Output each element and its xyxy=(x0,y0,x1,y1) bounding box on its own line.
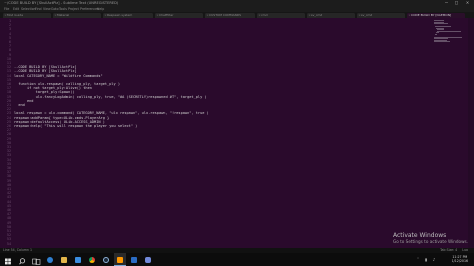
tab-label: CODE BUILD BY [DAEMON] xyxy=(411,13,452,17)
tab-label: Respawn system xyxy=(107,13,133,17)
store-icon[interactable] xyxy=(72,253,84,266)
tab-label: ChatFilter xyxy=(159,13,174,17)
tab-label: Mod Guide xyxy=(7,13,24,17)
line-number-gutter: 1 2 3 4 5 6 7 8 9 10 11 12 13 14 15 16 17 18 19 20 21 22 23 24 2… xyxy=(0,18,14,248)
file-explorer-icon[interactable] xyxy=(58,253,70,266)
vertical-scrollbar[interactable] xyxy=(468,18,474,248)
close-icon[interactable]: ✕ xyxy=(463,0,472,7)
tab-size-indicator[interactable]: Tab Size: 4 xyxy=(440,248,457,252)
code-line[interactable]: ulx.fancyLogAdmin( calling_ply, true, "#… xyxy=(14,95,207,99)
volume-icon[interactable]: ♪ xyxy=(430,253,438,266)
editor-pane[interactable]: 1 2 3 4 5 6 7 8 9 10 11 12 13 14 15 16 17 18 19 20 21 22 23 24 2… xyxy=(0,18,474,248)
windows-start-icon[interactable] xyxy=(2,253,14,266)
tab-label: cmd xyxy=(261,13,268,17)
minimap[interactable] xyxy=(432,18,466,248)
clock-date: 1/12/2016 xyxy=(451,259,468,264)
chrome-icon[interactable] xyxy=(86,253,98,266)
minimize-icon[interactable]: – xyxy=(442,0,451,7)
activate-title: Activate Windows xyxy=(393,232,447,239)
line-number: 54 xyxy=(6,241,11,246)
edge-icon[interactable] xyxy=(44,253,56,266)
network-icon[interactable]: ▮ xyxy=(422,253,430,266)
syntax-indicator[interactable]: Lua xyxy=(462,248,468,252)
gmod-icon[interactable] xyxy=(128,253,140,266)
tab-label: sv_cmd xyxy=(311,13,323,17)
task-view-icon[interactable] xyxy=(30,253,42,266)
activate-subtitle: Go to Settings to activate Windows. xyxy=(393,239,469,244)
sublime-text-icon[interactable] xyxy=(114,253,126,266)
tab-label: sv_cmd xyxy=(361,13,373,17)
tab-label: CUSTOM COMMANDS xyxy=(209,13,242,17)
tab-label: Material xyxy=(57,13,70,17)
code-line[interactable]: local CATEGORY_NAME = "Wildfire Commands… xyxy=(14,74,103,78)
activate-windows-watermark: Activate Windows Go to Settings to activ… xyxy=(393,232,468,244)
windows-taskbar: ˄ ▮ ♪ 11:27 PM 1/12/2016 xyxy=(0,253,474,266)
clock[interactable]: 11:27 PM 1/12/2016 xyxy=(452,255,468,264)
steam-icon[interactable] xyxy=(100,253,112,266)
tray-chevron-icon[interactable]: ˄ xyxy=(414,253,422,266)
maximize-icon[interactable]: □ xyxy=(452,0,461,7)
code-line[interactable]: end xyxy=(14,103,25,107)
window-title: ~/CODE BUILD BY [SkullActPlz] - Sublime … xyxy=(4,1,119,5)
search-icon[interactable] xyxy=(16,253,28,266)
discord-icon[interactable] xyxy=(142,253,154,266)
code-line[interactable]: respawn:help( "This will respawn the pla… xyxy=(14,124,137,128)
title-bar: ~/CODE BUILD BY [SkullActPlz] - Sublime … xyxy=(0,0,474,7)
